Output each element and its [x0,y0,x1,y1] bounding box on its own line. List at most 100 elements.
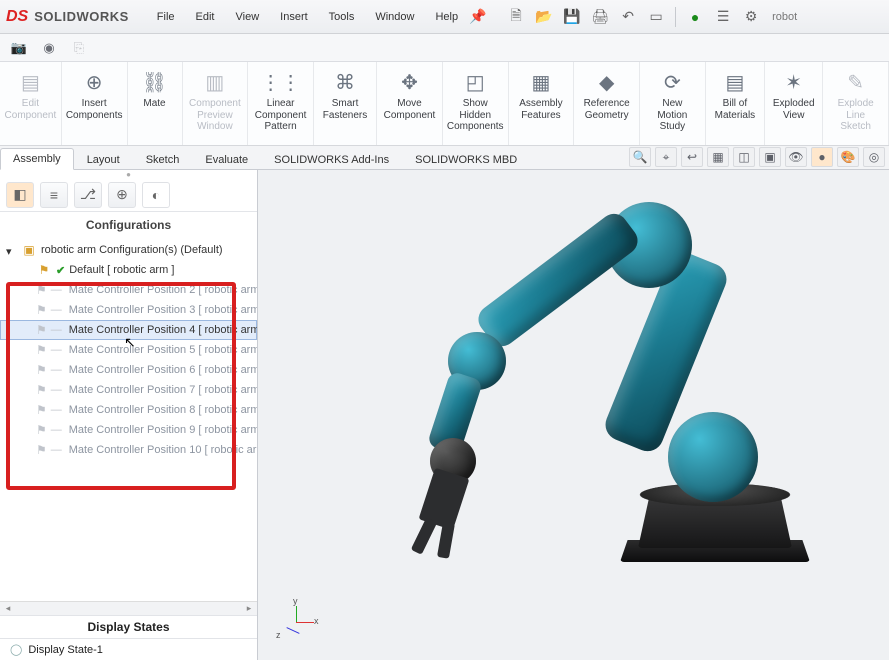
print-icon[interactable]: 🖨 [591,8,609,26]
hide-show-icon[interactable]: 👁 [785,147,807,167]
config-row-5[interactable]: ⚑—Mate Controller Position 5 [ robotic a… [0,340,257,360]
ribbon-icon: ✎ [842,68,870,96]
feature-tree-tab-icon[interactable]: ◧ [6,182,34,208]
tab-mbd[interactable]: SOLIDWORKS MBD [402,149,530,170]
ribbon-label: Component Preview Window [189,98,241,133]
flag-icon: ⚑ [36,382,47,398]
collapse-icon[interactable]: ▾ [6,245,17,256]
ribbon-linear-component-pattern[interactable]: ⋮⋮Linear Component Pattern [248,62,314,145]
ribbon-label: Linear Component Pattern [255,98,307,133]
appearance-icon[interactable]: ● [811,147,833,167]
save-icon[interactable]: 💾 [563,8,581,26]
undo-icon[interactable]: ↶ [619,8,637,26]
tab-layout[interactable]: Layout [74,149,133,170]
ribbon-move-component[interactable]: ✥Move Component [377,62,443,145]
config-row-3[interactable]: ⚑—Mate Controller Position 3 [ robotic a… [0,300,257,320]
config-label: Mate Controller Position 7 [ robotic arm… [69,384,257,396]
robotic-arm-model[interactable] [338,170,838,660]
tab-addins[interactable]: SOLIDWORKS Add-Ins [261,149,402,170]
view-orientation-icon[interactable]: ◫ [733,147,755,167]
view-toolbar: 🔍 ⌖ ↩ ▦ ◫ ▣ 👁 ● 🎨 ◎ [629,147,885,167]
section-view-icon[interactable]: ▦ [707,147,729,167]
flag-icon: ⚑ [36,442,47,458]
ribbon-edit-component: ▤Edit Component [0,62,62,145]
zoom-fit-icon[interactable]: 🔍 [629,147,651,167]
brand-label: SOLIDWORKS [34,9,129,24]
ribbon-icon: ▦ [527,68,555,96]
settings-gear-icon[interactable]: ⚙ [742,8,760,26]
display-style-icon[interactable]: ▣ [759,147,781,167]
ribbon-mate[interactable]: ⛓Mate [128,62,183,145]
select-icon[interactable]: ▭ [647,8,665,26]
ribbon-smart-fasteners[interactable]: ⌘Smart Fasteners [314,62,377,145]
horizontal-scrollbar[interactable]: ◂ ▸ [0,601,257,615]
scroll-right-icon[interactable]: ▸ [243,603,255,614]
ribbon-insert-components[interactable]: ⊕Insert Components [62,62,128,145]
ribbon-icon: ◰ [461,68,489,96]
menu-file[interactable]: File [147,7,185,27]
ribbon-assembly-features[interactable]: ▦Assembly Features [509,62,575,145]
menu-insert[interactable]: Insert [270,7,318,27]
ribbon-reference-geometry[interactable]: ◆Reference Geometry [574,62,640,145]
menu-tools[interactable]: Tools [319,7,365,27]
menu-edit[interactable]: Edit [186,7,225,27]
config-root-row[interactable]: ▾ ▣ robotic arm Configuration(s) (Defaul… [0,240,257,260]
y-axis-icon [296,606,297,622]
previous-view-icon[interactable]: ↩ [681,147,703,167]
tab-assembly[interactable]: Assembly [0,148,74,170]
config-row-8[interactable]: ⚑—Mate Controller Position 8 [ robotic a… [0,400,257,420]
screenshot-icon[interactable]: 📷 [10,39,28,57]
options-list-icon[interactable]: ☰ [714,8,732,26]
default-config-row[interactable]: ⚑ ✔ Default [ robotic arm ] [0,260,257,280]
menu-view[interactable]: View [226,7,270,27]
config-row-10[interactable]: ⚑—Mate Controller Position 10 [ robotic … [0,440,257,460]
pin-icon[interactable]: 📌 [469,8,487,26]
ribbon-exploded-view[interactable]: ✶Exploded View [765,62,823,145]
render-icon[interactable]: ◎ [863,147,885,167]
record-icon[interactable]: ◉ [40,39,58,57]
ribbon-show-hidden-components[interactable]: ◰Show Hidden Components [443,62,509,145]
display-state-row[interactable]: ◯ Display State-1 [0,639,257,660]
ribbon-icon: ▤ [16,68,44,96]
dash-icon: — [51,284,62,296]
dim-manager-tab-icon[interactable]: ⊕ [108,182,136,208]
tab-evaluate[interactable]: Evaluate [192,149,261,170]
open-icon[interactable]: 📂 [535,8,553,26]
property-manager-tab-icon[interactable]: ≡ [40,182,68,208]
config-manager-tab-icon[interactable]: ⎇ [74,182,102,208]
graphics-viewport[interactable]: y x z [258,170,889,660]
ribbon-bill-of-materials[interactable]: ▤Bill of Materials [706,62,765,145]
config-row-6[interactable]: ⚑—Mate Controller Position 6 [ robotic a… [0,360,257,380]
flag-icon: ⚑ [36,402,47,418]
ribbon-explode-line-sketch: ✎Explode Line Sketch [823,62,889,145]
gripper-finger-right [437,521,455,559]
default-config-label: Default [ robotic arm ] [69,264,174,276]
scene-icon[interactable]: 🎨 [837,147,859,167]
menu-window[interactable]: Window [365,7,424,27]
config-row-2[interactable]: ⚑—Mate Controller Position 2 [ robotic a… [0,280,257,300]
gripper-finger-left [411,517,438,555]
flag-icon: ⚑ [36,262,52,278]
ribbon-label: Move Component [384,98,436,121]
copy-icon[interactable]: ⎘ [70,39,88,57]
scroll-left-icon[interactable]: ◂ [2,603,14,614]
ribbon-label: Smart Fasteners [322,98,368,121]
dash-icon: — [51,344,62,356]
ribbon-icon: ⌘ [331,68,359,96]
tab-sketch[interactable]: Sketch [133,149,193,170]
zoom-area-icon[interactable]: ⌖ [655,147,677,167]
config-row-4[interactable]: ⚑—Mate Controller Position 4 [ robotic a… [0,320,257,340]
config-row-7[interactable]: ⚑ — Mate Controller Position 7 [ robotic a… [0,380,257,400]
display-state-label: Display State-1 [28,644,103,656]
dash-icon: — [51,384,62,396]
flag-icon: ⚑ [36,342,47,358]
z-axis-icon [286,627,299,634]
new-doc-icon[interactable]: 🗎 [507,8,525,26]
ribbon-new-motion-study[interactable]: ⟳New Motion Study [640,62,706,145]
ribbon-label: Bill of Materials [714,98,756,121]
rebuild-icon[interactable]: ● [686,8,704,26]
config-row-9[interactable]: ⚑—Mate Controller Position 9 [ robotic a… [0,420,257,440]
display-manager-tab-icon[interactable]: ◐ [142,182,170,208]
menu-help[interactable]: Help [425,7,468,27]
flag-icon: ⚑ [36,422,47,438]
